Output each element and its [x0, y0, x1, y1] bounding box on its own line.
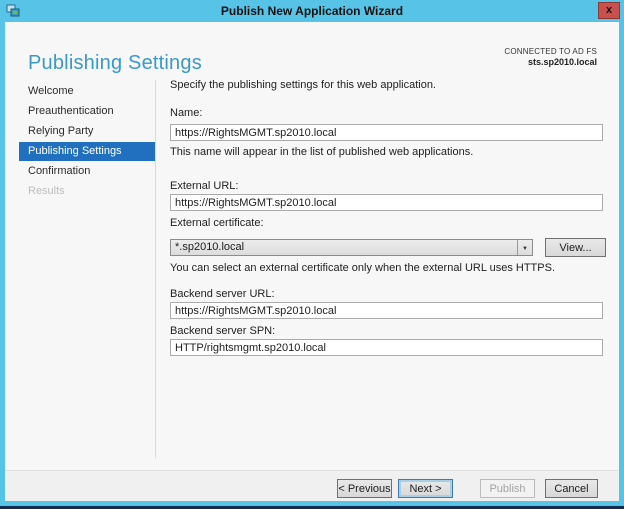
connection-status: CONNECTED TO AD FS sts.sp2010.local — [504, 46, 597, 68]
external-url-input[interactable] — [170, 194, 603, 211]
sidebar-separator — [155, 80, 156, 458]
backend-spn-label: Backend server SPN: — [170, 325, 275, 337]
external-url-label: External URL: — [170, 180, 238, 192]
name-input[interactable] — [170, 124, 603, 141]
page-title: Publishing Settings — [28, 52, 202, 75]
nav-item-publishing-settings[interactable]: Publishing Settings — [19, 142, 155, 161]
dropdown-arrow-button[interactable]: ▼ — [517, 240, 532, 255]
content-area: Publishing Settings CONNECTED TO AD FS s… — [5, 22, 619, 501]
window-title: Publish New Application Wizard — [0, 0, 624, 22]
nav-item-results[interactable]: Results — [19, 182, 155, 201]
wizard-window: Publish New Application Wizard x Publish… — [0, 0, 624, 509]
button-bar: < Previous Next > Publish Cancel — [5, 470, 619, 501]
close-button[interactable]: x — [598, 2, 620, 19]
external-certificate-dropdown[interactable]: *.sp2010.local ▼ — [170, 239, 533, 256]
external-certificate-value: *.sp2010.local — [175, 240, 244, 255]
backend-url-input[interactable] — [170, 302, 603, 319]
view-certificate-button[interactable]: View... — [545, 238, 606, 257]
previous-button[interactable]: < Previous — [337, 479, 392, 498]
external-certificate-help: You can select an external certificate o… — [170, 262, 555, 274]
next-button[interactable]: Next > — [398, 479, 453, 498]
nav-item-relying-party[interactable]: Relying Party — [19, 122, 155, 141]
nav-item-preauthentication[interactable]: Preauthentication — [19, 102, 155, 121]
form-intro: Specify the publishing settings for this… — [170, 79, 436, 91]
connection-label: CONNECTED TO AD FS — [504, 46, 597, 57]
external-certificate-label: External certificate: — [170, 217, 264, 229]
chevron-down-icon: ▼ — [522, 246, 528, 252]
backend-spn-input[interactable] — [170, 339, 603, 356]
nav-item-confirmation[interactable]: Confirmation — [19, 162, 155, 181]
publish-button[interactable]: Publish — [480, 479, 535, 498]
nav-item-welcome[interactable]: Welcome — [19, 82, 155, 101]
backend-url-label: Backend server URL: — [170, 288, 275, 300]
name-label: Name: — [170, 107, 202, 119]
connection-server: sts.sp2010.local — [504, 57, 597, 68]
title-bar[interactable]: Publish New Application Wizard x — [0, 0, 624, 22]
name-help: This name will appear in the list of pub… — [170, 146, 473, 158]
cancel-button[interactable]: Cancel — [545, 479, 598, 498]
